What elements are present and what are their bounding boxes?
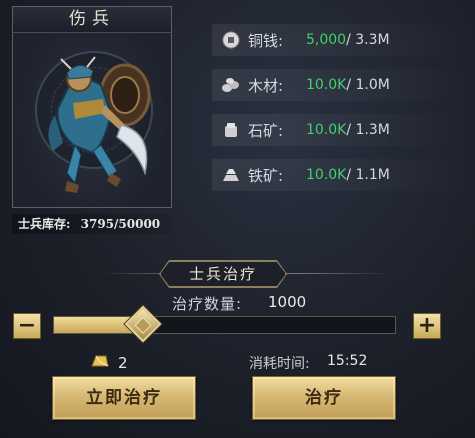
resource-row-stone: 石矿: 10.0K / 1.3M: [212, 114, 470, 146]
heal-section-title: 士兵治疗: [160, 261, 286, 287]
resource-current: 10.0K: [306, 122, 347, 138]
time-cost-label: 消耗时间:: [249, 356, 310, 372]
gold-ingot-icon: [91, 355, 109, 367]
resource-name: 铁矿:: [248, 166, 284, 185]
coin-icon: [218, 30, 244, 50]
resource-list: 铜钱: 5,000 / 3.3M 木材: 10.0K / 1.0M 石矿: 10…: [212, 24, 470, 204]
heal-quantity-slider[interactable]: [53, 305, 396, 343]
resource-row-iron: 铁矿: 10.0K / 1.1M: [212, 159, 470, 191]
portrait-title: 伤兵: [13, 7, 171, 33]
slider-thumb[interactable]: [124, 305, 162, 343]
resource-max: / 1.1M: [346, 167, 390, 183]
iron-icon: [218, 165, 244, 185]
wood-icon: [218, 75, 244, 95]
gold-cost: 2: [118, 354, 128, 372]
heal-quantity-label: 治疗数量:: [172, 295, 243, 313]
increase-button[interactable]: +: [413, 313, 441, 339]
resource-max: / 3.3M: [346, 32, 390, 48]
stone-icon: [218, 120, 244, 140]
instant-heal-button[interactable]: 立即治疗: [52, 376, 196, 420]
heal-button[interactable]: 治疗: [252, 376, 396, 420]
decrease-button[interactable]: −: [13, 313, 41, 339]
resource-name: 铜钱:: [248, 31, 284, 50]
resource-current: 5,000: [306, 32, 347, 48]
heal-quantity-value: 1000: [268, 293, 307, 311]
resource-row-wood: 木材: 10.0K / 1.0M: [212, 69, 470, 101]
warrior-image: [48, 56, 151, 193]
resource-name: 石矿:: [248, 121, 284, 140]
resource-row-coin: 铜钱: 5,000 / 3.3M: [212, 24, 470, 56]
resource-name: 木材:: [248, 76, 284, 95]
time-cost-value: 15:52: [327, 353, 368, 369]
stock-label: 士兵库存:: [18, 217, 71, 231]
resource-max: / 1.0M: [346, 77, 390, 93]
stock-value: 3795/50000: [80, 217, 161, 231]
resource-current: 10.0K: [306, 167, 347, 183]
soldier-stock: 士兵库存: 3795/50000: [12, 214, 172, 234]
hero-portrait-panel: 伤兵: [12, 6, 172, 208]
resource-max: / 1.3M: [346, 122, 390, 138]
resource-current: 10.0K: [306, 77, 347, 93]
